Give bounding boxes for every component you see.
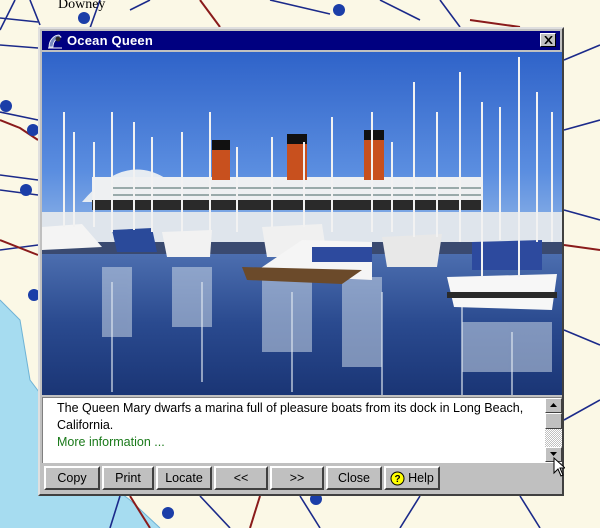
more-information-link[interactable]: More information ... [57,435,165,449]
scroll-thumb[interactable] [545,413,562,429]
queen-mary-marina-photo [42,52,562,395]
help-icon: ? [390,471,405,485]
title-bar[interactable]: Ocean Queen [42,31,560,50]
button-bar: Copy Print Locate << >> Close ? Help [44,466,564,492]
caption-text: The Queen Mary dwarfs a marina full of p… [57,401,524,432]
caption-panel: The Queen Mary dwarfs a marina full of p… [42,397,562,463]
copy-button[interactable]: Copy [44,466,100,490]
caption-scrollbar[interactable] [545,398,562,462]
next-button[interactable]: >> [270,466,324,490]
previous-button[interactable]: << [214,466,268,490]
map-label-downey: Downey [58,0,106,12]
svg-text:?: ? [395,474,401,485]
close-button[interactable]: Close [326,466,382,490]
close-icon [543,36,553,44]
window-title: Ocean Queen [67,33,154,48]
mouse-cursor-icon [553,457,565,477]
scroll-up-button[interactable] [545,398,562,413]
app-icon [48,34,62,49]
help-button[interactable]: ? Help [384,466,440,490]
close-window-button[interactable] [540,33,556,47]
photo-info-window: Ocean Queen The Queen Mary dwarfs a mari… [38,27,564,496]
locate-button[interactable]: Locate [156,466,212,490]
print-button[interactable]: Print [102,466,154,490]
arrow-up-icon [550,403,557,407]
help-button-label: Help [408,471,434,485]
